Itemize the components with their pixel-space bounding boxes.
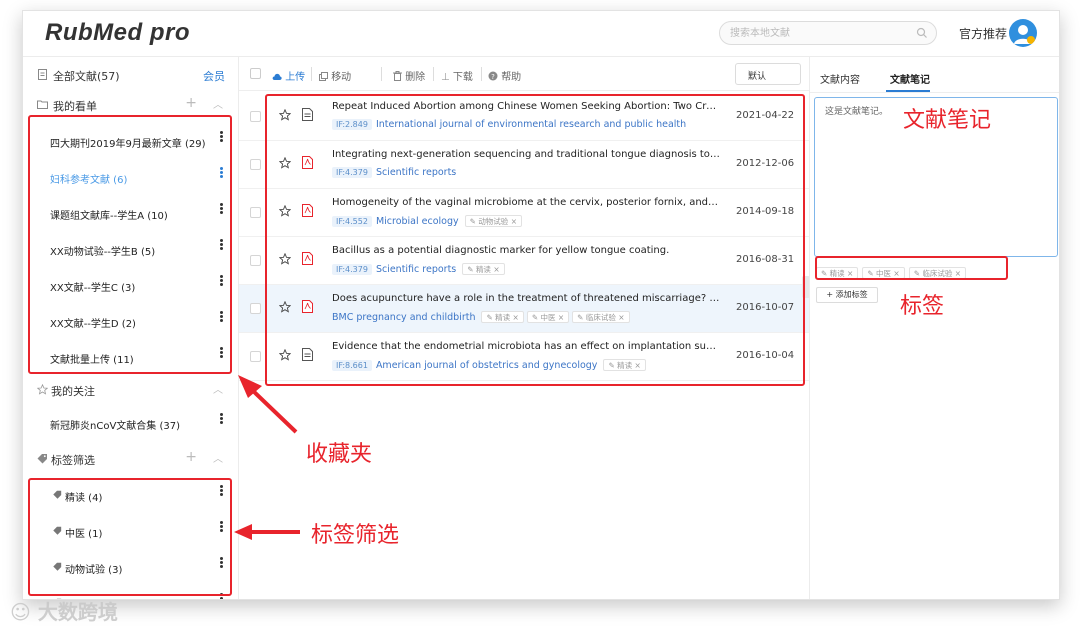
annotation-box-lists xyxy=(28,115,232,374)
watermark-logo-icon: ☺ xyxy=(10,600,31,624)
app-header: RubMed pro 官方推荐 xyxy=(23,11,1059,57)
sort-dropdown[interactable]: 默认 ﹀ xyxy=(735,63,801,85)
row-checkbox[interactable] xyxy=(250,111,261,122)
star-icon xyxy=(37,384,48,395)
sidebar-follow-header[interactable]: 我的关注 ︿ xyxy=(23,375,238,405)
annotation-tag-filter-label: 标签筛选 xyxy=(311,523,400,548)
annotation-favorites-label: 收藏夹 xyxy=(306,442,373,467)
divider xyxy=(311,67,312,81)
user-icon xyxy=(1014,25,1035,44)
row-checkbox[interactable] xyxy=(250,303,261,314)
watermark: ☺ 大数跨境 xyxy=(10,600,118,624)
tab-notes[interactable]: 文献笔记 xyxy=(890,71,930,86)
search-box[interactable] xyxy=(719,21,937,45)
download-icon: ⊥ xyxy=(441,72,450,83)
all-docs-label: 全部文献(57) xyxy=(53,70,120,83)
help-button[interactable]: ? 帮助 xyxy=(488,68,521,83)
help-icon: ? xyxy=(488,71,498,81)
trash-icon xyxy=(393,71,402,81)
plus-icon[interactable]: + xyxy=(185,449,197,465)
follow-item[interactable]: 新冠肺炎nCoV文献合集 (37) xyxy=(23,405,238,441)
chevron-up-icon[interactable]: ︿ xyxy=(213,381,223,396)
active-tab-indicator xyxy=(886,90,930,92)
tag-filter-label: 标签筛选 xyxy=(51,454,95,467)
annotation-box-articles xyxy=(265,94,805,386)
tag-icon xyxy=(37,454,47,464)
avatar[interactable] xyxy=(1009,19,1037,47)
search-input[interactable] xyxy=(730,25,910,42)
upload-button[interactable]: 上传 xyxy=(272,68,305,83)
divider xyxy=(433,67,434,81)
copy-icon xyxy=(319,72,328,81)
row-checkbox[interactable] xyxy=(250,255,261,266)
sidebar-all-docs[interactable]: 全部文献(57) 会员 xyxy=(23,60,238,90)
divider xyxy=(381,67,382,81)
toolbar: 上传 移动 删除 ⊥ 下载 ? 帮助 默认 ﹀ xyxy=(239,57,809,91)
note-text[interactable]: 这是文献笔记。 xyxy=(825,104,888,117)
plus-icon[interactable]: + xyxy=(185,95,197,111)
member-link[interactable]: 会员 xyxy=(203,68,225,84)
app-logo[interactable]: RubMed pro xyxy=(45,19,190,47)
cloud-upload-icon xyxy=(272,73,282,80)
annotation-notes-label: 文献笔记 xyxy=(903,108,992,133)
row-checkbox[interactable] xyxy=(250,351,261,362)
delete-button[interactable]: 删除 xyxy=(393,68,425,83)
follow-item-label: 新冠肺炎nCoV文献合集 (37) xyxy=(50,421,180,432)
more-icon[interactable] xyxy=(220,413,223,425)
chevron-up-icon[interactable]: ︿ xyxy=(213,450,223,465)
annotation-box-tags xyxy=(28,478,232,596)
svg-text:?: ? xyxy=(491,73,495,81)
recommend-link[interactable]: 官方推荐 xyxy=(959,25,1007,42)
my-lists-label: 我的看单 xyxy=(53,100,97,113)
move-button[interactable]: 移动 xyxy=(319,68,351,83)
folder-icon xyxy=(37,100,48,109)
row-checkbox[interactable] xyxy=(250,207,261,218)
chevron-up-icon[interactable]: ︿ xyxy=(213,96,223,111)
tabs-divider xyxy=(810,92,1059,93)
search-icon[interactable] xyxy=(916,27,928,39)
chevron-down-icon: ﹀ xyxy=(748,71,758,81)
select-all-checkbox[interactable] xyxy=(250,68,261,79)
add-tag-button[interactable]: + 添加标签 xyxy=(816,287,878,303)
tab-content[interactable]: 文献内容 xyxy=(820,71,860,86)
detail-panel: 文献内容 文献笔记 这是文献笔记。 ✎ 精读 × ✎ 中医 × ✎ 临床试验 × +… xyxy=(809,57,1059,599)
annotation-tags-label: 标签 xyxy=(900,294,945,319)
download-button[interactable]: ⊥ 下载 xyxy=(441,68,473,83)
follow-label: 我的关注 xyxy=(51,385,95,398)
row-checkbox[interactable] xyxy=(250,159,261,170)
document-icon xyxy=(38,69,47,80)
divider xyxy=(481,67,482,81)
sidebar-tag-filter-header[interactable]: 标签筛选 + ︿ xyxy=(23,444,238,474)
annotation-box-note-tags xyxy=(815,256,1008,280)
